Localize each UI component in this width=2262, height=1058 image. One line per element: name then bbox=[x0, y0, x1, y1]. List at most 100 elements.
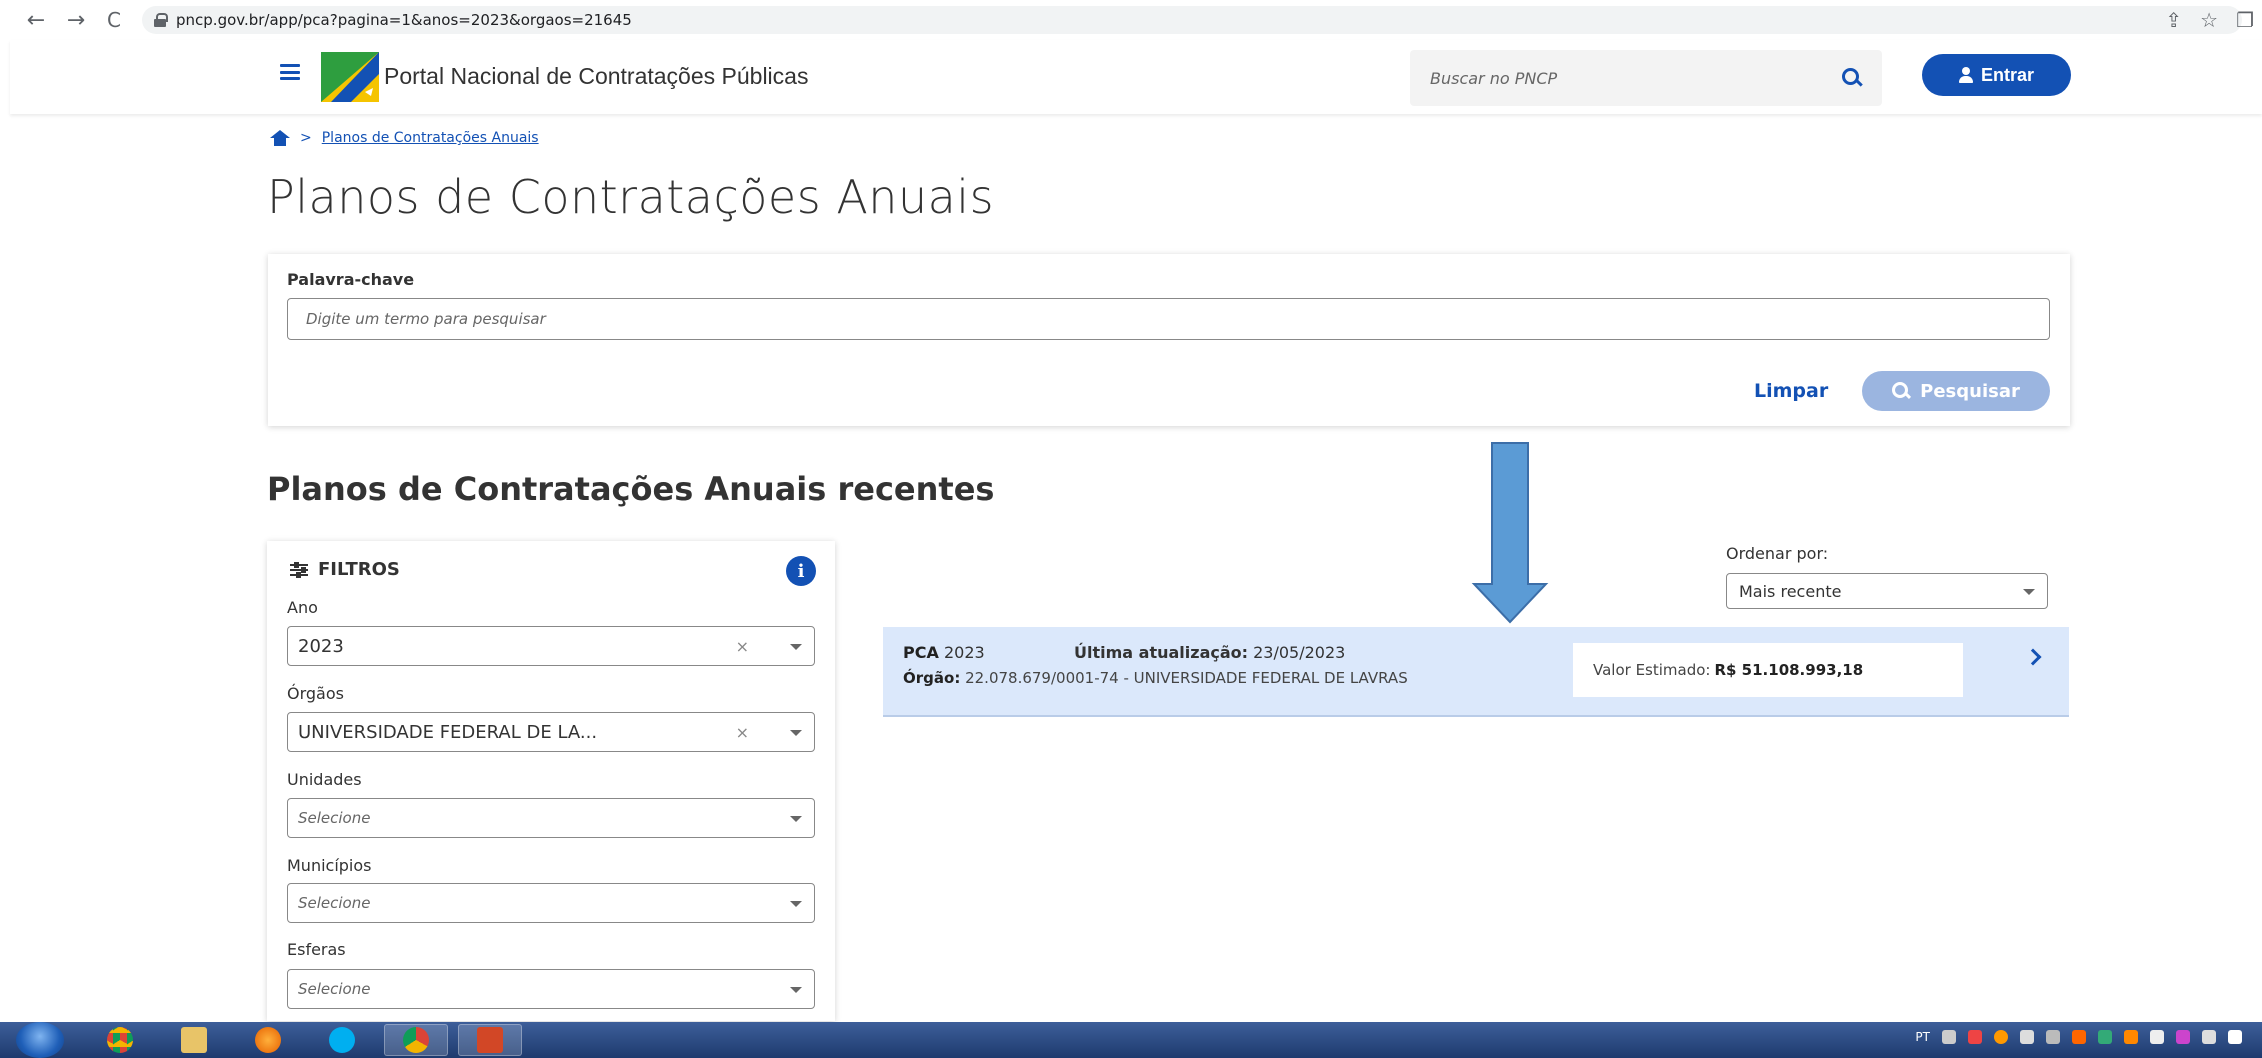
app-icon[interactable] bbox=[2072, 1030, 2086, 1044]
taskbar-powerpoint-icon[interactable] bbox=[458, 1024, 522, 1056]
bookmark-star-icon[interactable]: ☆ bbox=[2200, 8, 2218, 32]
forward-icon[interactable]: → bbox=[58, 0, 94, 40]
updated-value: 23/05/2023 bbox=[1253, 643, 1346, 662]
login-label: Entrar bbox=[1980, 64, 2034, 85]
chevron-down-icon[interactable] bbox=[2023, 589, 2035, 595]
filter-select-ano[interactable]: 2023 × bbox=[287, 626, 815, 666]
site-title[interactable]: Portal Nacional de Contratações Públicas bbox=[384, 63, 808, 90]
pca-label: PCA bbox=[903, 643, 939, 662]
estimated-value-box: Valor Estimado: R$ 51.108.993,18 bbox=[1573, 643, 1963, 697]
filter-select-orgaos[interactable]: UNIVERSIDADE FEDERAL DE LA... × bbox=[287, 712, 815, 752]
search-button-label: Pesquisar bbox=[1920, 380, 2020, 402]
app2-icon[interactable] bbox=[2124, 1030, 2138, 1044]
taskbar-explorer-icon[interactable] bbox=[162, 1024, 226, 1056]
keyword-search-card: Palavra-chave Limpar Pesquisar bbox=[268, 254, 2070, 426]
window-icon[interactable]: ❐ bbox=[2236, 8, 2254, 32]
value-amount: R$ 51.108.993,18 bbox=[1714, 661, 1864, 679]
section-title: Planos de Contratações Anuais recentes bbox=[267, 470, 995, 508]
browser-toolbar: ← → C pncp.gov.br/app/pca?pagina=1&anos=… bbox=[0, 0, 2262, 40]
breadcrumb-current-link[interactable]: Planos de Contratações Anuais bbox=[322, 130, 539, 146]
tool-icon[interactable] bbox=[2202, 1030, 2216, 1044]
filter-select-esferas[interactable]: Selecione bbox=[287, 969, 815, 1009]
network-icon[interactable] bbox=[1942, 1030, 1956, 1044]
updated-label: Última atualização: bbox=[1074, 643, 1249, 662]
taskbar-chrome-active-icon[interactable] bbox=[384, 1024, 448, 1056]
display-icon[interactable] bbox=[2046, 1030, 2060, 1044]
keyword-input[interactable] bbox=[287, 298, 2050, 340]
system-tray: PT bbox=[1915, 1030, 2242, 1044]
filter-sliders-icon bbox=[290, 561, 308, 578]
chevron-down-icon[interactable] bbox=[790, 901, 802, 907]
clear-icon[interactable]: × bbox=[736, 637, 749, 656]
taskbar-chrome-icon[interactable] bbox=[88, 1024, 152, 1056]
filter-value-orgaos: UNIVERSIDADE FEDERAL DE LA... bbox=[298, 721, 598, 743]
filter-label-ano: Ano bbox=[287, 598, 318, 617]
clear-button[interactable]: Limpar bbox=[1754, 380, 1828, 402]
filter-value-esferas: Selecione bbox=[298, 980, 371, 998]
arrow-icon[interactable] bbox=[1968, 1030, 1982, 1044]
info-icon[interactable]: i bbox=[786, 556, 816, 586]
chevron-down-icon[interactable] bbox=[790, 816, 802, 822]
filter-value-unidades: Selecione bbox=[298, 809, 371, 827]
sort-value: Mais recente bbox=[1739, 581, 1842, 601]
avast-icon[interactable] bbox=[1994, 1030, 2008, 1044]
address-bar[interactable]: pncp.gov.br/app/pca?pagina=1&anos=2023&o… bbox=[142, 6, 2242, 34]
chart-icon[interactable] bbox=[2228, 1030, 2242, 1044]
chevron-right-icon[interactable] bbox=[2024, 648, 2042, 666]
drive-icon[interactable] bbox=[2098, 1030, 2112, 1044]
clear-icon[interactable]: × bbox=[736, 723, 749, 742]
search-icon[interactable] bbox=[1842, 68, 1862, 88]
sort-label: Ordenar por: bbox=[1726, 544, 1829, 563]
filter-select-unidades[interactable]: Selecione bbox=[287, 798, 815, 838]
filters-panel: FILTROS i Ano 2023 × Órgãos UNIVERSIDADE… bbox=[267, 541, 835, 1021]
flag-icon[interactable] bbox=[2150, 1030, 2164, 1044]
taskbar-firefox-icon[interactable] bbox=[236, 1024, 300, 1056]
header-search[interactable] bbox=[1410, 50, 1882, 106]
header-search-input[interactable] bbox=[1430, 68, 1842, 88]
chevron-down-icon[interactable] bbox=[790, 644, 802, 650]
volume-icon[interactable] bbox=[2020, 1030, 2034, 1044]
back-icon[interactable]: ← bbox=[18, 0, 54, 40]
chevron-down-icon[interactable] bbox=[790, 987, 802, 993]
org-value: 22.078.679/0001-74 - UNIVERSIDADE FEDERA… bbox=[965, 669, 1408, 687]
home-icon[interactable] bbox=[270, 130, 290, 146]
site-header: Portal Nacional de Contratações Públicas… bbox=[10, 40, 2262, 114]
pca-year: 2023 bbox=[943, 643, 985, 662]
url-text: pncp.gov.br/app/pca?pagina=1&anos=2023&o… bbox=[176, 11, 632, 29]
filter-label-municipios: Municípios bbox=[287, 856, 372, 875]
pncp-logo bbox=[321, 52, 379, 102]
filter-label-unidades: Unidades bbox=[287, 770, 362, 789]
value-label: Valor Estimado: bbox=[1593, 661, 1711, 679]
updated-row: Última atualização: 23/05/2023 bbox=[1074, 643, 1345, 662]
filter-label-orgaos: Órgãos bbox=[287, 684, 344, 703]
app3-icon[interactable] bbox=[2176, 1030, 2190, 1044]
search-button[interactable]: Pesquisar bbox=[1862, 371, 2050, 411]
result-item[interactable]: PCA 2023 Última atualização: 23/05/2023 … bbox=[883, 627, 2069, 717]
org-row: Órgão: 22.078.679/0001-74 - UNIVERSIDADE… bbox=[903, 669, 1408, 687]
chevron-down-icon[interactable] bbox=[790, 730, 802, 736]
breadcrumb-separator: > bbox=[300, 130, 312, 146]
annotation-arrow bbox=[1471, 442, 1549, 624]
keyword-label: Palavra-chave bbox=[287, 270, 415, 289]
page-title: Planos de Contratações Anuais bbox=[267, 170, 995, 224]
user-icon bbox=[1958, 67, 1973, 83]
filters-title: FILTROS bbox=[318, 559, 400, 580]
reload-icon[interactable]: C bbox=[96, 0, 132, 40]
filter-label-esferas: Esferas bbox=[287, 940, 346, 959]
taskbar-skype-icon[interactable] bbox=[310, 1024, 374, 1056]
lock-icon bbox=[154, 13, 168, 27]
login-button[interactable]: Entrar bbox=[1922, 54, 2071, 96]
windows-taskbar: PT bbox=[0, 1022, 2262, 1058]
filter-value-ano: 2023 bbox=[298, 635, 344, 657]
filter-select-municipios[interactable]: Selecione bbox=[287, 883, 815, 923]
language-indicator[interactable]: PT bbox=[1915, 1030, 1930, 1044]
search-icon bbox=[1892, 382, 1910, 400]
pca-label-row: PCA 2023 bbox=[903, 643, 985, 662]
start-button[interactable] bbox=[16, 1022, 64, 1058]
filters-header: FILTROS bbox=[290, 559, 400, 580]
share-icon[interactable]: ⇪ bbox=[2165, 8, 2182, 32]
org-label: Órgão: bbox=[903, 669, 961, 687]
sort-select[interactable]: Mais recente bbox=[1726, 573, 2048, 609]
menu-icon[interactable] bbox=[280, 64, 300, 80]
breadcrumb: > Planos de Contratações Anuais bbox=[270, 130, 539, 146]
